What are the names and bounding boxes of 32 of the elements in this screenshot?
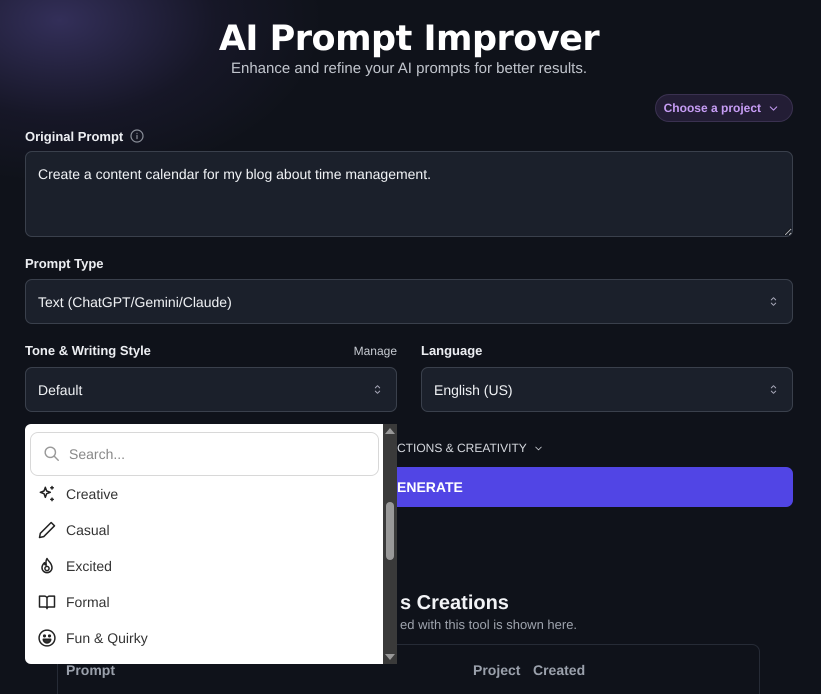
tone-select[interactable]: Default xyxy=(25,367,397,412)
search-icon xyxy=(42,444,61,463)
page-subtitle: Enhance and refine your AI prompts for better results. xyxy=(230,60,588,77)
section-subtitle: ed with this tool is shown here. xyxy=(400,617,578,632)
field-label: Language xyxy=(421,343,482,358)
menu-item[interactable]: Formal xyxy=(30,584,379,620)
smiley-icon xyxy=(37,628,57,648)
options-toggle[interactable]: CTIONS & CREATIVITY xyxy=(397,441,544,455)
manage-link[interactable]: Manage xyxy=(354,344,397,358)
project-dropdown[interactable]: Choose a project xyxy=(654,94,793,122)
menu-item[interactable]: Fun & Quirky xyxy=(30,620,379,656)
column-header: Prompt xyxy=(66,662,116,678)
scroll-down-arrow[interactable] xyxy=(385,654,395,660)
info-icon xyxy=(129,128,146,144)
field-label: Original Prompt xyxy=(25,128,124,144)
column-header: Created xyxy=(533,662,586,678)
language-select[interactable]: English (US) xyxy=(421,367,793,412)
prompt-field[interactable]: Create a content calendar for my blog about time management. xyxy=(25,151,793,237)
menu-item[interactable]: Excited xyxy=(30,548,379,584)
scrollbar[interactable] xyxy=(383,424,397,664)
sparkles-icon xyxy=(37,484,57,504)
search-field[interactable]: Search... xyxy=(30,432,379,476)
pencil-icon xyxy=(37,520,57,540)
scrollbar-thumb[interactable] xyxy=(386,502,394,560)
prompt-type-select[interactable]: Text (ChatGPT/Gemini/Claude) xyxy=(25,279,793,324)
menu-item[interactable]: Casual xyxy=(30,512,379,548)
field-label: Tone & Writing Style xyxy=(25,343,151,358)
field-label: Prompt Type xyxy=(25,256,104,271)
scroll-up-arrow[interactable] xyxy=(385,428,395,434)
section-title: s Creations xyxy=(400,591,509,615)
column-header: Project xyxy=(473,662,522,678)
page-title: AI Prompt Improver xyxy=(218,20,600,58)
